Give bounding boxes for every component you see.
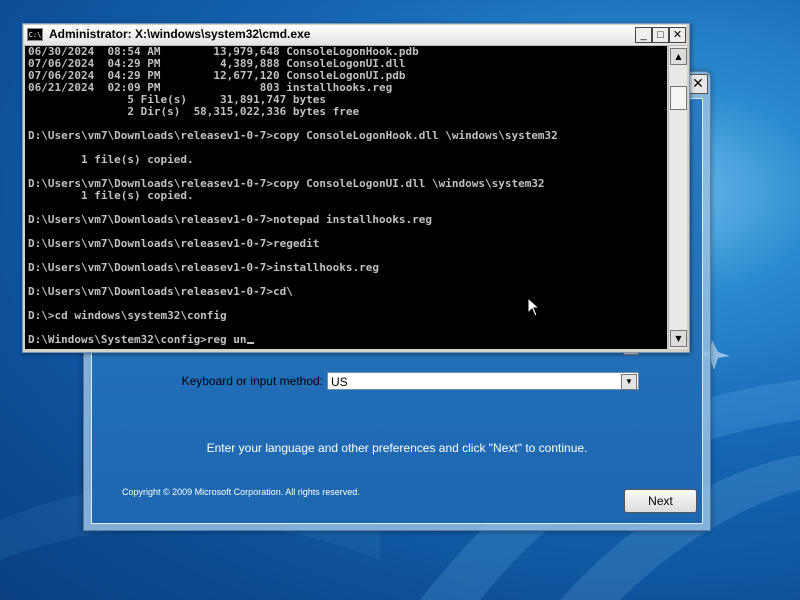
console-line: 2 Dir(s) 58,315,022,336 bytes free [28,105,360,118]
instruction-text: Enter your language and other preference… [206,441,588,455]
console-line: D:\Users\vm7\Downloads\releasev1-0-7>ins… [28,261,379,274]
maximize-icon: □ [657,29,664,41]
keyboard-label: Keyboard or input method: [181,374,323,388]
setup-close-button[interactable]: ✕ [688,74,708,94]
chevron-down-icon[interactable]: ▼ [621,374,637,390]
console-line: D:\Users\vm7\Downloads\releasev1-0-7>not… [28,213,432,226]
vertical-scrollbar[interactable]: ▲ ▼ [668,46,687,349]
cmd-titlebar[interactable]: C:\ Administrator: X:\windows\system32\c… [24,25,686,46]
console-line: 1 file(s) copied. [28,189,194,202]
scroll-thumb[interactable] [670,86,687,110]
close-button[interactable]: ✕ [669,27,686,43]
cmd-window: C:\ Administrator: X:\windows\system32\c… [22,23,690,353]
console-line: D:\Users\vm7\Downloads\releasev1-0-7>cop… [28,129,558,142]
console-line: D:\Windows\System32\config>reg un [28,334,558,346]
console-line: D:\>cd windows\system32\config [28,309,227,322]
console-line: D:\Users\vm7\Downloads\releasev1-0-7>cd\ [28,285,293,298]
arrow-up-icon[interactable]: ▲ [670,48,687,65]
arrow-down-icon[interactable]: ▼ [670,330,687,347]
minimize-button[interactable]: _ [635,27,652,43]
close-icon: ✕ [692,75,704,91]
keyboard-value: US [331,375,348,389]
copyright-text: Copyright © 2009 Microsoft Corporation. … [122,487,360,497]
console-lines: 06/30/2024 08:54 AM 13,979,648 ConsoleLo… [28,46,558,346]
cmd-icon: C:\ [27,28,43,41]
text-cursor [246,342,254,344]
console-line: D:\Users\vm7\Downloads\releasev1-0-7>reg… [28,237,320,250]
keyboard-row: Keyboard or input method: US ▼ [177,372,639,390]
mouse-pointer-icon [527,297,541,317]
maximize-button[interactable]: □ [652,27,669,43]
cmd-title: Administrator: X:\windows\system32\cmd.e… [49,27,311,41]
console-line: 1 file(s) copied. [28,153,194,166]
console-output[interactable]: 06/30/2024 08:54 AM 13,979,648 ConsoleLo… [25,46,667,349]
keyboard-select[interactable]: US ▼ [327,372,639,390]
minimize-icon: _ [640,29,647,41]
next-button[interactable]: Next [624,489,697,513]
close-icon: ✕ [672,29,683,41]
